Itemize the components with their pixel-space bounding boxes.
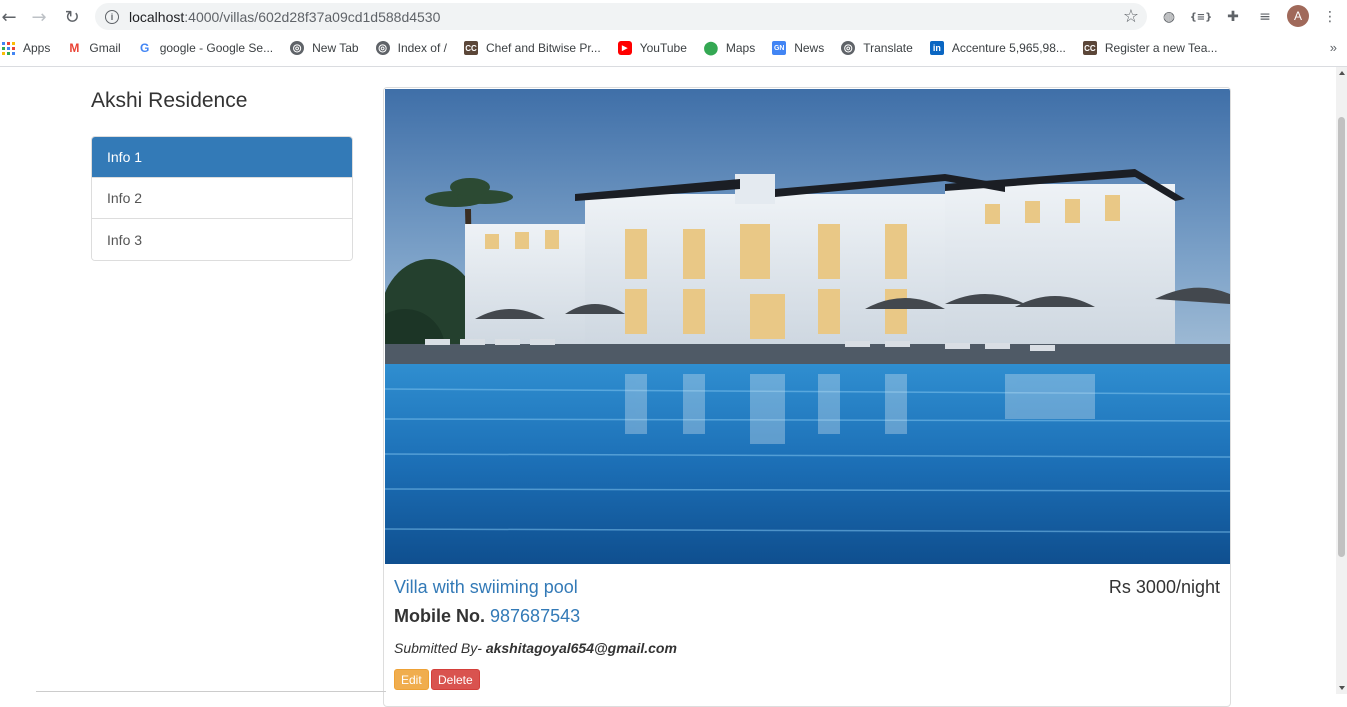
info-list-item-2[interactable]: Info 2 — [92, 178, 352, 219]
bottom-divider — [36, 691, 386, 692]
bookmark-label: New Tab — [312, 41, 359, 55]
url-path: :4000/villas/602d28f37a09cd1d588d4530 — [184, 8, 441, 25]
bookmark-codechef[interactable]: CC Chef and Bitwise Pr... — [463, 41, 601, 55]
browser-toolbar: ← → ↻ i localhost:4000/villas/602d28f37a… — [0, 0, 1347, 34]
scrollbar-thumb[interactable] — [1338, 117, 1345, 557]
bookmark-label: Gmail — [89, 41, 121, 55]
reload-icon[interactable]: ↻ — [60, 5, 84, 29]
extension-json-icon[interactable]: {≡} — [1190, 6, 1213, 28]
submitted-by-line: Submitted By- akshitagoyal654@gmail.com — [394, 640, 677, 656]
news-icon: GN — [772, 41, 787, 55]
bookmarks-overflow-button[interactable]: » — [1330, 40, 1337, 55]
info-list-item-1[interactable]: Info 1 — [92, 137, 352, 178]
site-info-icon[interactable]: i — [105, 9, 119, 24]
villa-title: Villa with swiiming pool — [394, 577, 578, 597]
bookmark-label: Register a new Tea... — [1104, 41, 1218, 55]
mobile-label: Mobile No. — [394, 606, 485, 626]
bookmark-label: Translate — [863, 41, 913, 55]
page-scrollbar[interactable] — [1336, 67, 1347, 694]
bookmark-translate[interactable]: ◎ Translate — [841, 41, 913, 55]
profile-avatar[interactable]: A — [1287, 5, 1309, 27]
page-content: Akshi Residence Info 1 Info 2 Info 3 Vil… — [0, 67, 1336, 707]
gmail-icon: M — [69, 41, 80, 55]
bookmark-label: Apps — [23, 41, 51, 55]
url-host: localhost — [129, 8, 185, 25]
apps-grid-icon — [1, 41, 15, 55]
edit-button[interactable]: Edit — [394, 669, 429, 690]
globe-icon: ◎ — [290, 41, 305, 55]
bookmark-accenture[interactable]: in Accenture 5,965,98... — [929, 41, 1066, 55]
url-text[interactable]: localhost:4000/villas/602d28f37a09cd1d58… — [129, 9, 440, 25]
youtube-icon: ▶ — [617, 41, 632, 55]
codechef-icon: CC — [463, 41, 478, 55]
info-list-item-3[interactable]: Info 3 — [92, 219, 352, 260]
bookmark-youtube[interactable]: ▶ YouTube — [617, 41, 687, 55]
bookmark-label: Index of / — [397, 41, 447, 55]
bookmark-gmail[interactable]: M Gmail — [67, 41, 120, 55]
submitted-email: akshitagoyal654@gmail.com — [485, 640, 677, 656]
bookmark-label: Maps — [725, 41, 756, 55]
back-arrow-icon[interactable]: ← — [0, 5, 21, 29]
chrome-menu-icon[interactable]: ⋮ — [1319, 6, 1341, 28]
extensions-puzzle-icon[interactable]: ✚ — [1222, 6, 1244, 28]
address-bar[interactable]: i localhost:4000/villas/602d28f37a09cd1d… — [95, 3, 1147, 30]
bookmark-apps[interactable]: Apps — [1, 41, 50, 55]
bookmark-label: Chef and Bitwise Pr... — [485, 41, 601, 55]
media-control-icon[interactable]: ≡ — [1254, 6, 1276, 28]
bookmark-news[interactable]: GN News — [772, 41, 824, 55]
delete-button[interactable]: Delete — [431, 669, 480, 690]
submitted-prefix: Submitted By- — [394, 640, 482, 656]
mobile-number: 987687543 — [490, 606, 581, 626]
google-icon: G — [140, 41, 150, 55]
scroll-down-arrow-icon[interactable] — [1339, 686, 1345, 690]
bookmark-new-tab[interactable]: ◎ New Tab — [290, 41, 359, 55]
bookmarks-bar: Apps M Gmail G google - Google Se... ◎ N… — [0, 34, 1347, 62]
bookmark-register-team[interactable]: CC Register a new Tea... — [1082, 41, 1218, 55]
bookmark-google[interactable]: G google - Google Se... — [138, 41, 273, 55]
villa-card: Villa with swiiming pool Rs 3000/night M… — [383, 87, 1231, 707]
bookmark-maps[interactable]: ⬤ Maps — [703, 40, 756, 55]
extension-globe-icon[interactable]: ◍ — [1158, 6, 1180, 28]
codechef-icon: CC — [1082, 41, 1097, 55]
globe-icon: ◎ — [841, 41, 856, 55]
mobile-line: Mobile No. 987687543 — [394, 606, 580, 627]
globe-icon: ◎ — [375, 41, 390, 55]
residence-title: Akshi Residence — [91, 89, 248, 112]
linkedin-icon: in — [929, 41, 944, 55]
scroll-up-arrow-icon[interactable] — [1339, 71, 1345, 75]
maps-pin-icon: ⬤ — [703, 40, 719, 55]
bookmark-label: google - Google Se... — [159, 41, 274, 55]
bookmark-index-of[interactable]: ◎ Index of / — [375, 41, 447, 55]
villa-photo — [385, 89, 1230, 564]
info-list: Info 1 Info 2 Info 3 — [91, 136, 353, 261]
bookmark-star-icon[interactable]: ☆ — [1123, 6, 1139, 27]
bookmark-label: YouTube — [639, 41, 687, 55]
villa-price: Rs 3000/night — [1108, 577, 1220, 597]
bookmark-label: Accenture 5,965,98... — [951, 41, 1066, 55]
bookmark-label: News — [794, 41, 825, 55]
forward-arrow-icon[interactable]: → — [27, 5, 51, 29]
